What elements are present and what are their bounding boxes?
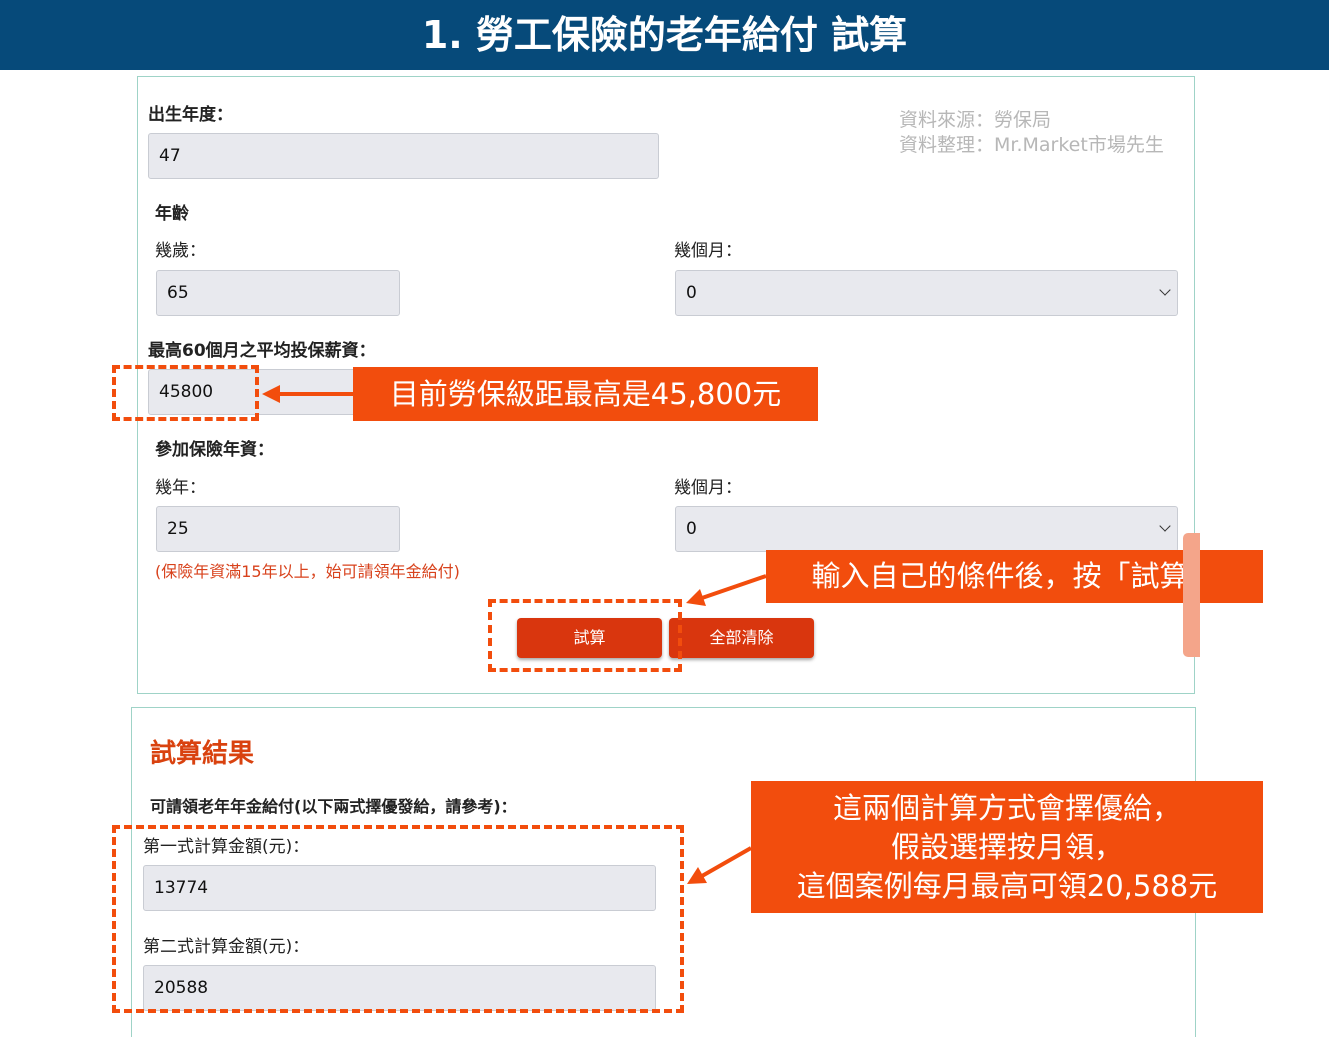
calculate-arrow-line (701, 574, 767, 600)
result-arrow-line (701, 846, 752, 878)
calculate-arrow-head (686, 589, 706, 606)
salary-arrow-head (262, 385, 280, 403)
annotation-arrows (262, 385, 767, 884)
